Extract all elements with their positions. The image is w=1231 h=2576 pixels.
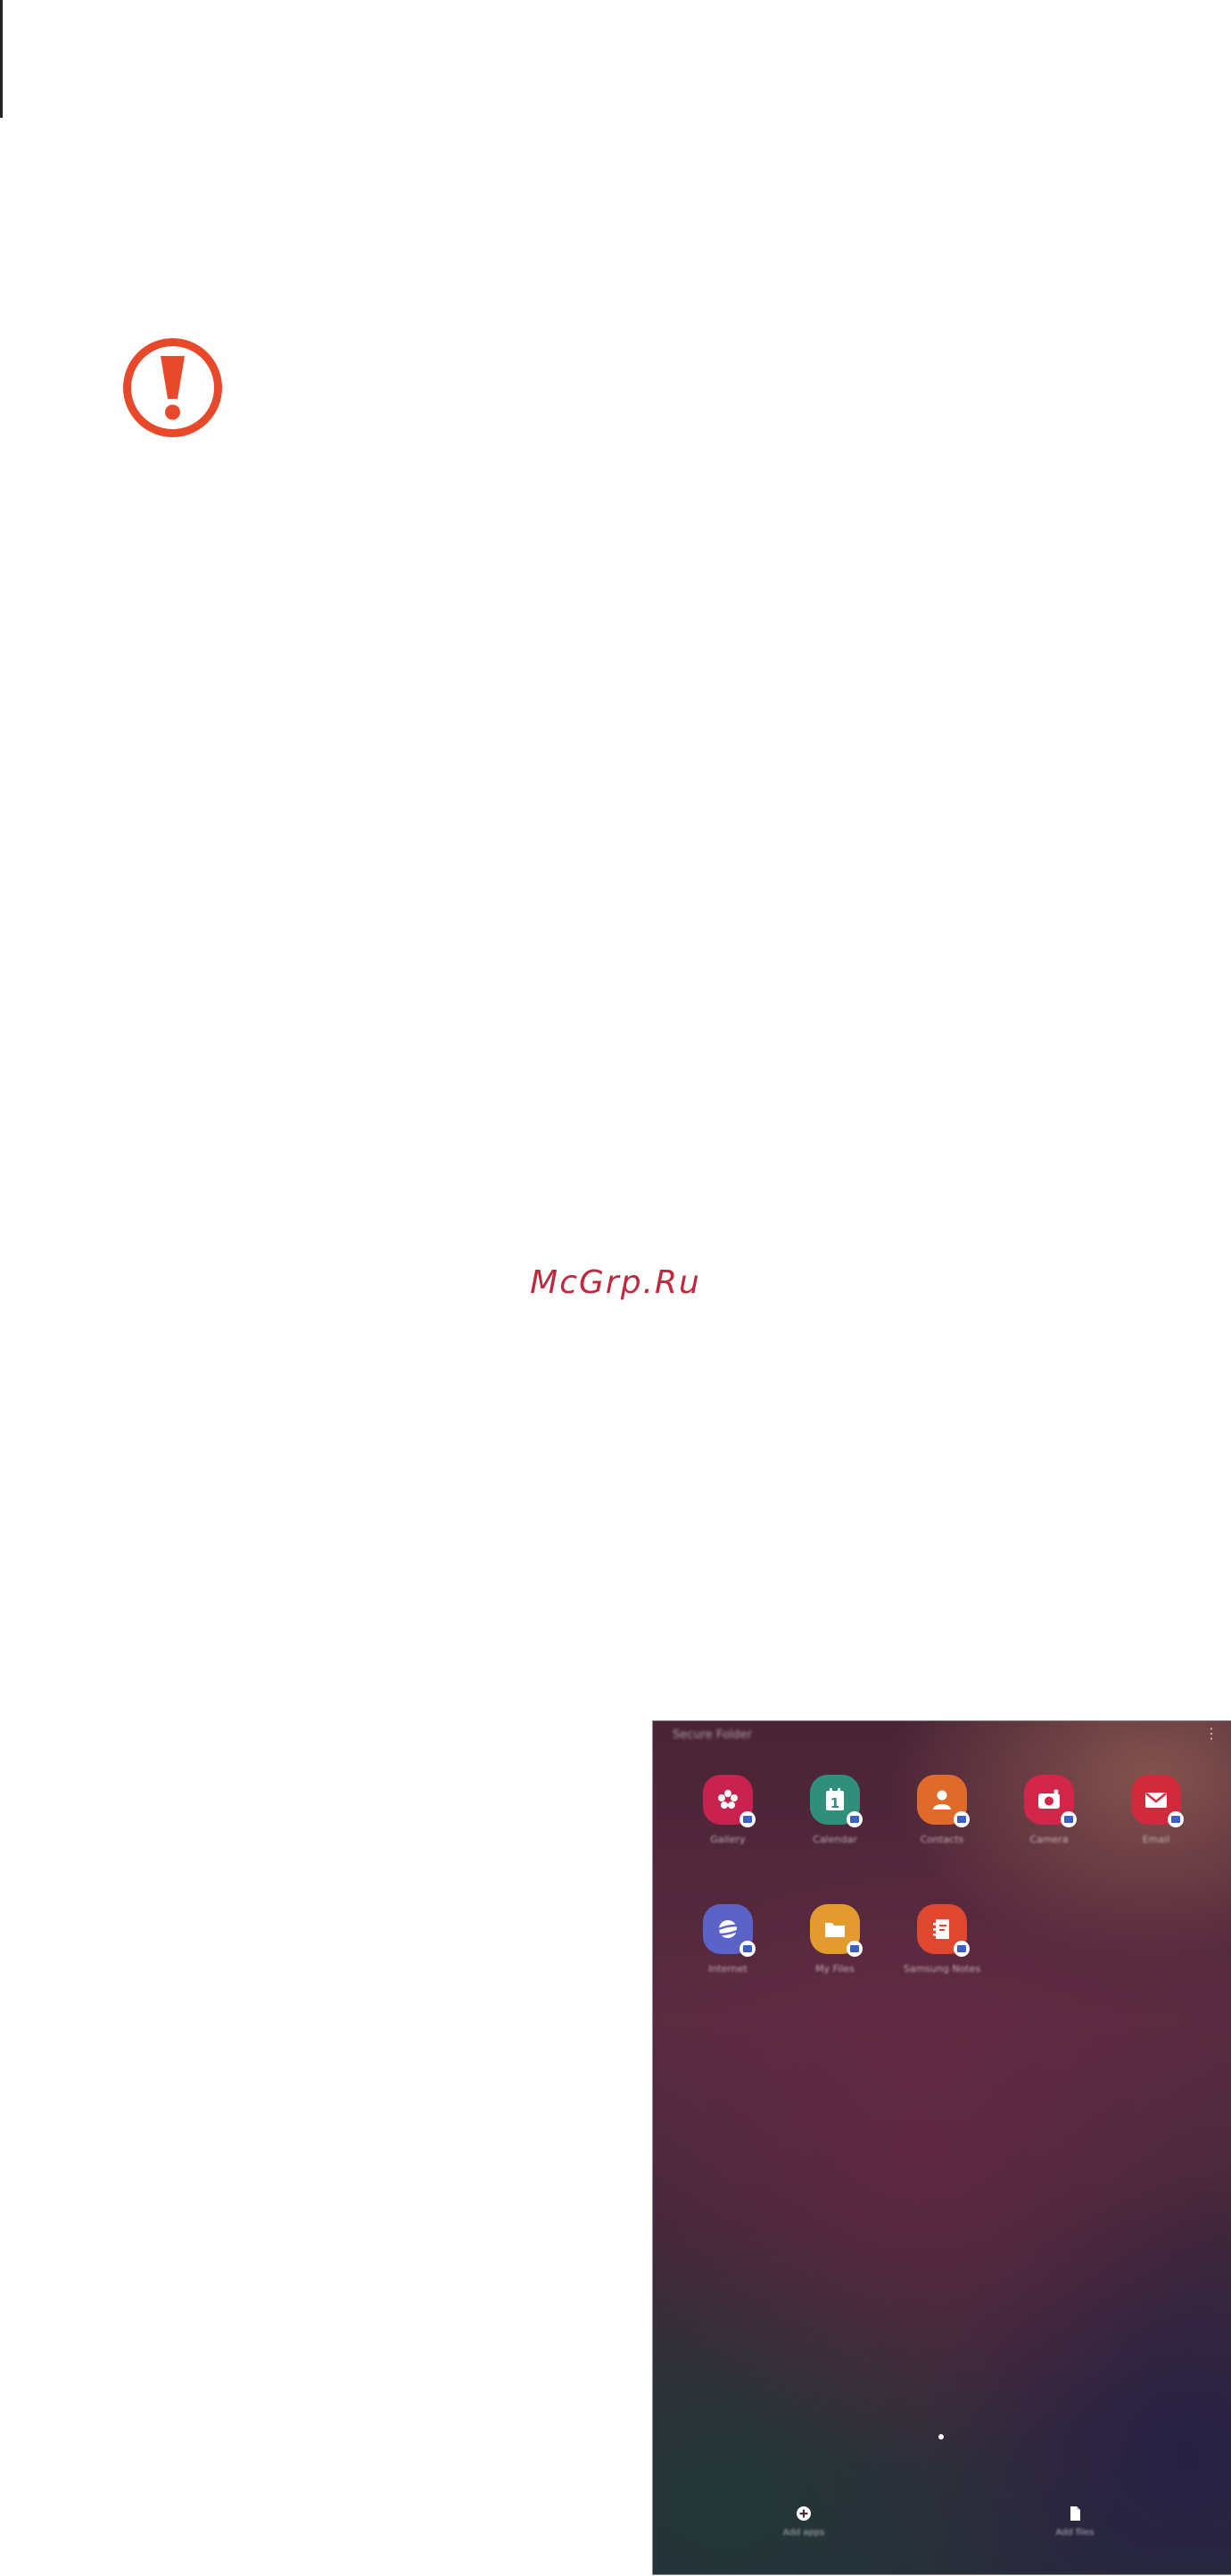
secure-badge-icon: [1061, 1811, 1077, 1827]
app-camera[interactable]: Camera: [1004, 1775, 1094, 1845]
email-icon: [1131, 1775, 1184, 1827]
app-gallery[interactable]: Gallery: [683, 1775, 772, 1845]
secure-badge-icon: [954, 1811, 970, 1827]
app-label: Gallery: [710, 1834, 746, 1845]
app-my-files[interactable]: My Files: [790, 1904, 880, 1975]
app-label: Calendar: [813, 1834, 857, 1845]
secure-badge-icon: [847, 1811, 863, 1827]
camera-icon: [1024, 1775, 1077, 1827]
file-icon: [1070, 2506, 1080, 2521]
add-apps-button[interactable]: Add apps: [755, 2505, 853, 2538]
more-options-icon[interactable]: ⋮: [1204, 1727, 1219, 1741]
add-apps-label: Add apps: [782, 2528, 825, 2538]
secure-badge-icon: [954, 1941, 970, 1957]
page-edge-mark: [0, 0, 3, 118]
app-label: My Files: [815, 1963, 855, 1975]
secure-badge-icon: [1168, 1811, 1184, 1827]
folder-icon: [810, 1904, 863, 1957]
secure-badge-icon: [739, 1941, 756, 1957]
app-label: Contacts: [920, 1834, 964, 1845]
add-files-label: Add files: [1055, 2528, 1095, 2538]
app-email[interactable]: Email: [1111, 1775, 1201, 1845]
app-label: Email: [1142, 1834, 1170, 1845]
app-samsung-notes[interactable]: Samsung Notes: [897, 1904, 987, 1975]
watermark-text: McGrp.Ru: [530, 1264, 701, 1301]
app-internet[interactable]: Internet: [683, 1904, 772, 1975]
add-files-button[interactable]: Add files: [1026, 2505, 1124, 2538]
calendar-icon: 1: [810, 1775, 863, 1827]
add-circle-icon: [797, 2506, 811, 2521]
secure-folder-screenshot: Secure Folder ⋮ Gallery 1 Calendar Conta…: [652, 1720, 1231, 2575]
gallery-icon: [703, 1775, 756, 1827]
app-contacts[interactable]: Contacts: [897, 1775, 987, 1845]
caution-icon: [121, 336, 224, 439]
secure-badge-icon: [847, 1941, 863, 1957]
app-label: Samsung Notes: [903, 1963, 981, 1975]
app-label: Camera: [1029, 1834, 1069, 1845]
internet-icon: [703, 1904, 756, 1957]
calendar-day-number: 1: [830, 1795, 839, 1811]
app-label: Internet: [708, 1963, 748, 1975]
notes-icon: [917, 1904, 970, 1957]
app-calendar[interactable]: 1 Calendar: [790, 1775, 880, 1845]
page-indicator-dot: [938, 2434, 944, 2439]
secure-folder-title: Secure Folder: [673, 1728, 753, 1742]
secure-badge-icon: [739, 1811, 756, 1827]
contacts-icon: [917, 1775, 970, 1827]
